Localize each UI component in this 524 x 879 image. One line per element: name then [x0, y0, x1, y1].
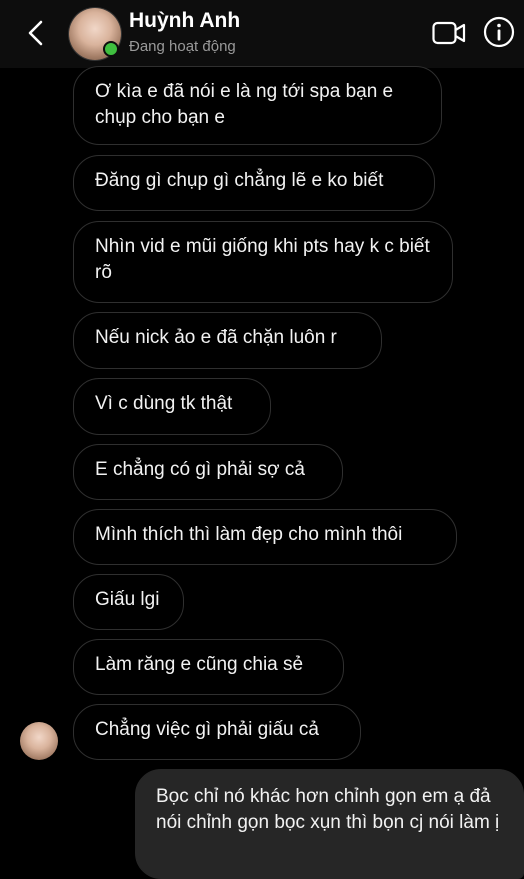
message-received[interactable]: E chẳng có gì phải sợ cả — [73, 444, 343, 500]
message-received[interactable]: Ơ kìa e đã nói e là ng tới spa bạn e chụ… — [73, 66, 442, 145]
contact-name[interactable]: Huỳnh Anh — [129, 9, 240, 33]
message-received[interactable]: Đăng gì chụp gì chẳng lẽ e ko biết — [73, 155, 435, 211]
message-sent[interactable]: Bọc chỉ nó khác hơn chỉnh gọn em ạ đả nó… — [135, 769, 524, 879]
contact-avatar[interactable] — [69, 8, 121, 60]
message-received[interactable]: Làm răng e cũng chia sẻ — [73, 639, 344, 695]
chat-header: Huỳnh Anh Đang hoạt động — [0, 0, 524, 68]
contact-status: Đang hoạt động — [129, 38, 236, 55]
message-received[interactable]: Giấu lgi — [73, 574, 184, 630]
back-arrow-icon[interactable] — [22, 18, 52, 48]
sender-avatar[interactable] — [20, 722, 58, 760]
video-call-icon[interactable] — [432, 19, 466, 47]
message-received[interactable]: Vì c dùng tk thật — [73, 378, 271, 435]
message-received[interactable]: Chẳng việc gì phải giấu cả — [73, 704, 361, 760]
message-received[interactable]: Nếu nick ảo e đã chặn luôn r — [73, 312, 382, 369]
message-received[interactable]: Mình thích thì làm đẹp cho mình thôi — [73, 509, 457, 565]
info-icon[interactable] — [483, 16, 515, 48]
message-received[interactable]: Nhìn vid e mũi giống khi pts hay k c biế… — [73, 221, 453, 303]
online-status-dot — [103, 41, 119, 57]
